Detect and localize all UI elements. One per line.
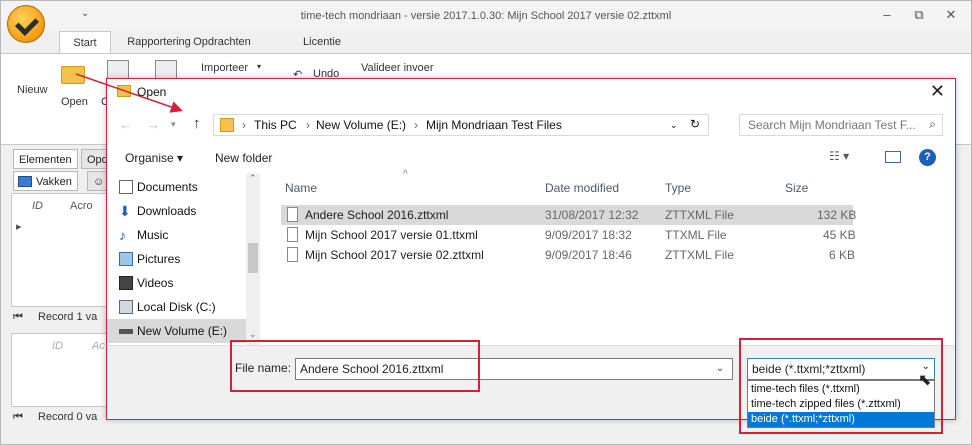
annotation-arrow-icon xyxy=(75,73,183,113)
